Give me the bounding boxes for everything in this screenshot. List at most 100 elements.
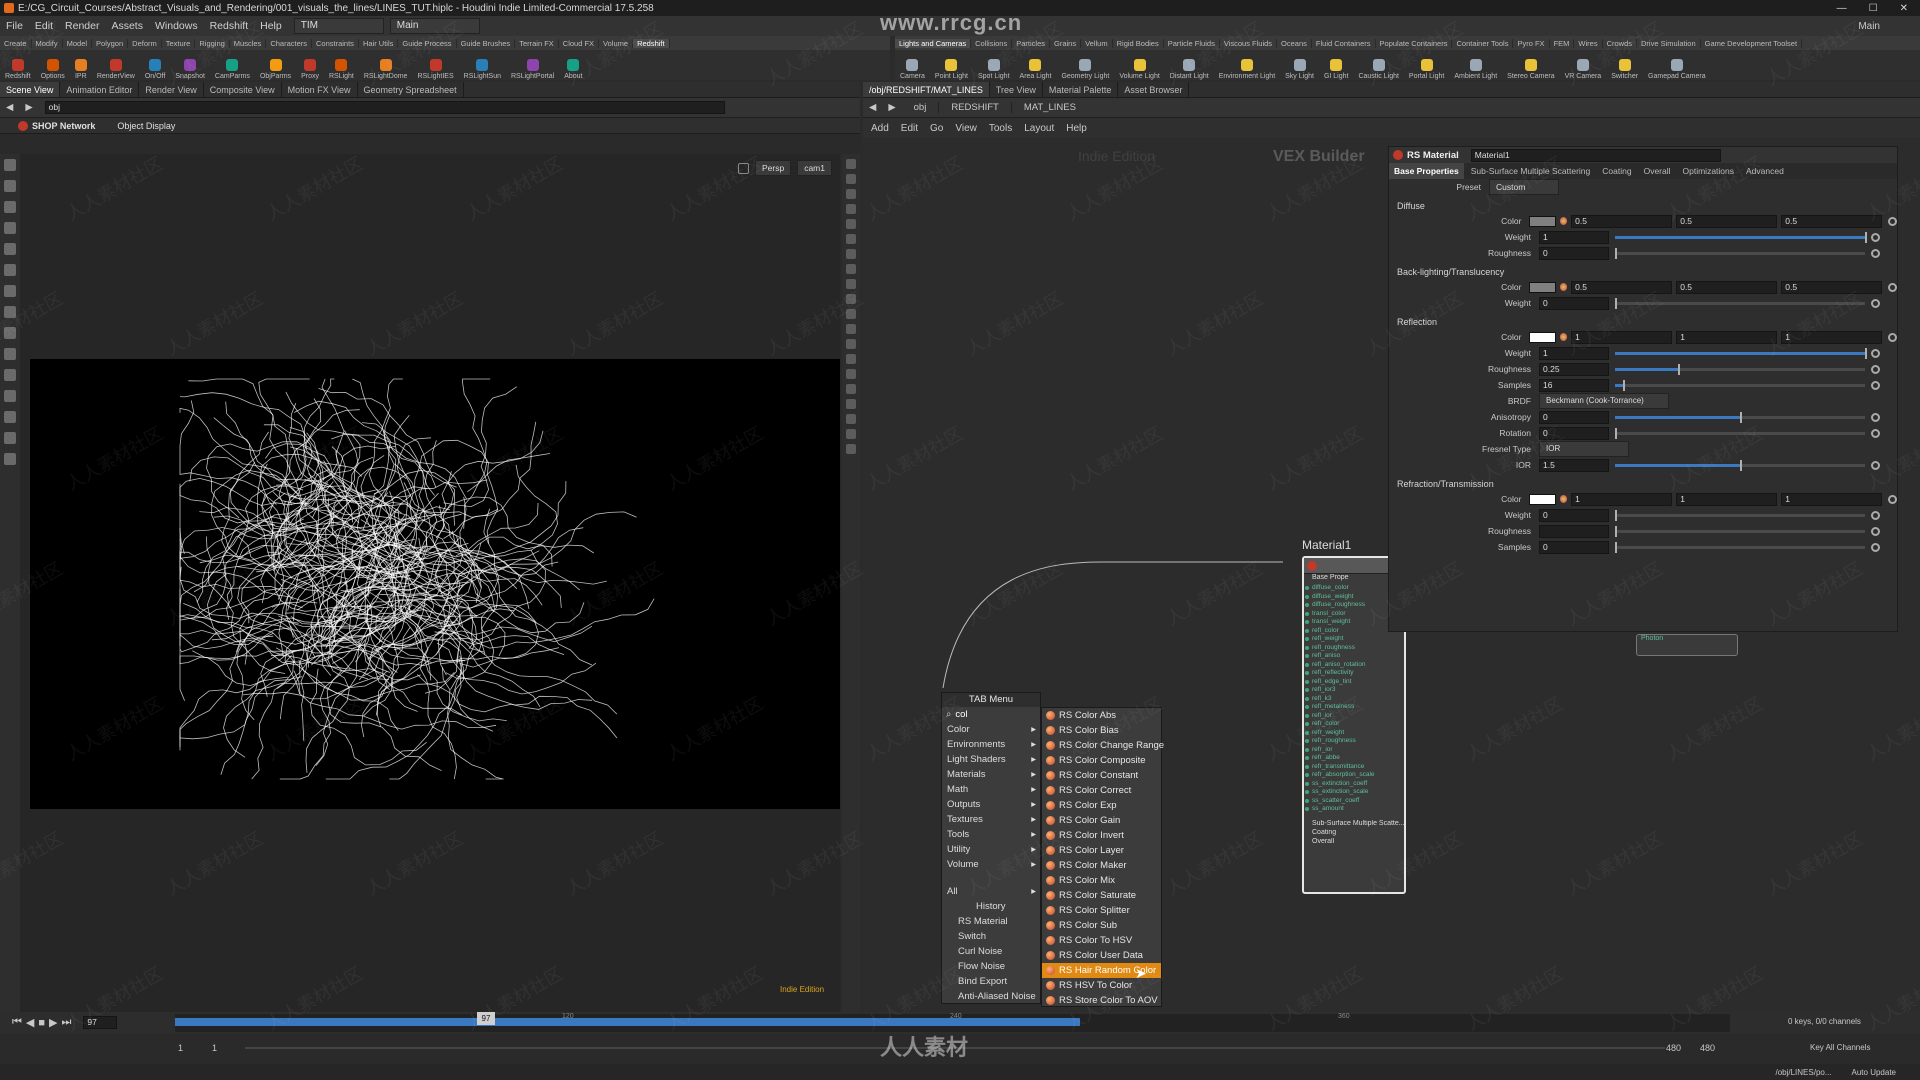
shelf-tab-vellum[interactable]: Vellum: [1081, 38, 1113, 48]
node-port[interactable]: refl_reflectivity: [1304, 669, 1404, 678]
lock-tool-icon[interactable]: [4, 453, 16, 465]
lock-icon[interactable]: [737, 162, 749, 174]
tab-category-outputs[interactable]: Outputs ▸: [942, 797, 1040, 812]
network-menu-help[interactable]: Help: [1066, 123, 1087, 134]
shelf-tool-volume-light[interactable]: Volume Light: [1114, 59, 1164, 80]
shelf-tab-lights-and-cameras[interactable]: Lights and Cameras: [895, 38, 972, 48]
visualize-icon[interactable]: [846, 369, 856, 379]
refraction-samples-field[interactable]: 0: [1539, 540, 1609, 554]
grid-icon[interactable]: [846, 339, 856, 349]
menu-windows[interactable]: Windows: [149, 20, 204, 32]
shelf-tab-create[interactable]: Create: [0, 38, 32, 48]
gear-icon[interactable]: [1871, 428, 1880, 438]
color-picker-icon[interactable]: [1559, 217, 1568, 225]
camera-menu[interactable]: cam1: [797, 160, 832, 176]
tab-result-rs-color-to-hsv[interactable]: RS Color To HSV: [1042, 933, 1161, 948]
gear-icon[interactable]: [1871, 348, 1880, 358]
anisotropy-field[interactable]: 0: [1539, 410, 1609, 424]
gear-icon[interactable]: [1871, 298, 1880, 308]
node-port[interactable]: refl_ior: [1304, 712, 1404, 721]
rotate-tool-icon[interactable]: [4, 201, 16, 213]
background-icon[interactable]: [846, 219, 856, 229]
shelf-tab-polygon[interactable]: Polygon: [92, 38, 129, 48]
pane-tab-animation-editor[interactable]: Animation Editor: [60, 82, 140, 97]
magnet-tool-icon[interactable]: [4, 390, 16, 402]
network-menu-edit[interactable]: Edit: [901, 123, 918, 134]
node-section[interactable]: Sub-Surface Multiple Scatte...: [1304, 820, 1404, 829]
diffuse-roughness-slider[interactable]: [1615, 247, 1865, 259]
snap-icon[interactable]: [846, 354, 856, 364]
tab-result-rs-color-composite[interactable]: RS Color Composite: [1042, 753, 1161, 768]
snap-tool-icon[interactable]: [4, 411, 16, 423]
node-port[interactable]: refr_ior: [1304, 746, 1404, 755]
shelf-tab-container-tools[interactable]: Container Tools: [1452, 38, 1514, 48]
view-tool-icon[interactable]: [4, 348, 16, 360]
gear-icon[interactable]: [1888, 216, 1897, 226]
diffuse-weight-slider[interactable]: [1615, 231, 1867, 243]
backlight-weight-field[interactable]: 0: [1539, 296, 1609, 310]
play-icon[interactable]: ▶: [49, 1016, 57, 1029]
go-end-icon[interactable]: ⏭: [62, 1016, 72, 1029]
shelf-tab-muscles[interactable]: Muscles: [230, 38, 267, 48]
tab-result-rs-color-bias[interactable]: RS Color Bias: [1042, 723, 1161, 738]
sculpt-tool-icon[interactable]: [4, 306, 16, 318]
refraction-color-component[interactable]: 1: [1781, 492, 1883, 506]
node-port[interactable]: refl_ior3: [1304, 686, 1404, 695]
pane-tab-motion-fx-view[interactable]: Motion FX View: [282, 82, 358, 97]
gear-icon[interactable]: [1871, 380, 1880, 390]
shelf-tool-geometry-light[interactable]: Geometry Light: [1056, 59, 1114, 80]
pane-tab-render-view[interactable]: Render View: [139, 82, 204, 97]
tab-category-tools[interactable]: Tools ▸: [942, 827, 1040, 842]
network-menu-add[interactable]: Add: [871, 123, 889, 134]
node-port[interactable]: refl_aniso_rotation: [1304, 661, 1404, 670]
shelf-tab-deform[interactable]: Deform: [128, 38, 162, 48]
range-start2[interactable]: 1: [212, 1043, 217, 1053]
tab-result-rs-color-maker[interactable]: RS Color Maker: [1042, 858, 1161, 873]
refraction-roughness-slider[interactable]: [1615, 525, 1865, 537]
shelf-tool-point-light[interactable]: Point Light: [930, 59, 973, 80]
right-desk-label[interactable]: Main: [1858, 21, 1880, 32]
backlight-weight-slider[interactable]: [1615, 297, 1865, 309]
gear-icon[interactable]: [1871, 510, 1880, 520]
gear-icon[interactable]: [1871, 460, 1880, 470]
tab-history-item[interactable]: Bind Export: [942, 974, 1040, 989]
range-start[interactable]: 1: [178, 1043, 183, 1053]
slider-knob[interactable]: [1865, 347, 1867, 359]
shelf-tool-stereo-camera[interactable]: Stereo Camera: [1502, 59, 1559, 80]
bones-icon[interactable]: [846, 324, 856, 334]
shelf-tool-vr-camera[interactable]: VR Camera: [1560, 59, 1607, 80]
tab-menu-all[interactable]: All ▸: [942, 884, 1040, 899]
tab-result-rs-color-correct[interactable]: RS Color Correct: [1042, 783, 1161, 798]
shelf-tool-gamepad-camera[interactable]: Gamepad Camera: [1643, 59, 1711, 80]
network-menu-tools[interactable]: Tools: [989, 123, 1012, 134]
vertex-icon[interactable]: [846, 294, 856, 304]
minimize-button[interactable]: —: [1837, 3, 1847, 14]
network-menu-go[interactable]: Go: [930, 123, 943, 134]
path-obj[interactable]: obj: [902, 102, 940, 113]
shelf-tab-particle-fluids[interactable]: Particle Fluids: [1164, 38, 1220, 48]
gear-icon[interactable]: [1871, 526, 1880, 536]
shelf-tab-collisions[interactable]: Collisions: [971, 38, 1013, 48]
param-tab-base-properties[interactable]: Base Properties: [1389, 163, 1464, 179]
shelf-tool-spot-light[interactable]: Spot Light: [973, 59, 1015, 80]
network-menu-view[interactable]: View: [955, 123, 977, 134]
menu-render[interactable]: Render: [59, 20, 105, 32]
reflection-color-swatch[interactable]: [1529, 331, 1556, 343]
tab-category-materials[interactable]: Materials ▸: [942, 767, 1040, 782]
lights-icon[interactable]: [846, 204, 856, 214]
main-select[interactable]: Main: [389, 18, 480, 34]
color-picker-icon[interactable]: [1559, 283, 1568, 291]
pane-tab-material-palette[interactable]: Material Palette: [1043, 82, 1119, 97]
param-tab-advanced[interactable]: Advanced: [1741, 163, 1789, 179]
pane-tab-scene-view[interactable]: Scene View: [0, 82, 61, 97]
gear-icon[interactable]: [1871, 232, 1880, 242]
shelf-tool-redshift[interactable]: Redshift: [0, 59, 36, 80]
back-arrow-icon[interactable]: ◀: [863, 102, 882, 113]
menu-assets[interactable]: Assets: [105, 20, 149, 32]
reflection-weight-field[interactable]: 1: [1539, 346, 1609, 360]
param-tab-overall[interactable]: Overall: [1639, 163, 1676, 179]
tab-category-volume[interactable]: Volume ▸: [942, 857, 1040, 872]
range-end2[interactable]: 480: [1700, 1043, 1715, 1053]
shelf-tab-redshift[interactable]: Redshift: [633, 38, 670, 48]
object-display-label[interactable]: Object Display: [117, 121, 175, 131]
